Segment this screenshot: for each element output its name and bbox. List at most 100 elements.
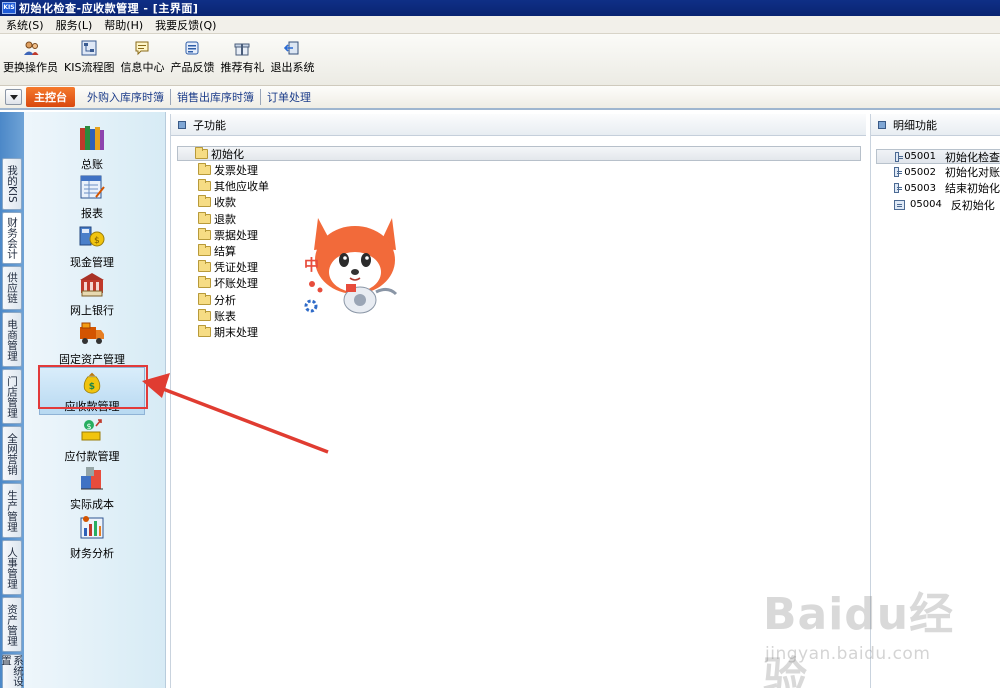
tree-item-label: 收款: [214, 196, 236, 210]
module-label: 财务分析: [70, 547, 114, 560]
detail-header: 明细功能: [871, 114, 1000, 136]
menu-help[interactable]: 帮助(H): [104, 17, 143, 33]
vtab-label: 人事管理: [6, 546, 18, 589]
fixed-asset-truck-icon: [80, 322, 104, 344]
feedback-icon: [185, 41, 199, 55]
info-center-button[interactable]: 信息中心: [119, 40, 165, 75]
folder-icon: [198, 244, 211, 257]
module-reports[interactable]: 报表: [39, 173, 145, 221]
module-general-ledger[interactable]: 总账: [39, 124, 145, 172]
tree-item-label: 票据处理: [214, 228, 258, 242]
tab-purchase-inbound[interactable]: 外购入库序时簿: [81, 89, 171, 105]
tab-order-processing[interactable]: 订单处理: [261, 89, 317, 105]
subfunction-title: 子功能: [193, 118, 226, 132]
vtab-finance[interactable]: 财务会计: [2, 212, 22, 264]
tree-item-label: 分析: [214, 293, 236, 307]
vertical-tab-strip: 我的KIS 财务会计 供应链 电商管理 门店管理 全网营销 生产管理 人事管理 …: [0, 112, 24, 688]
vtab-assets[interactable]: 资产管理: [2, 597, 22, 652]
detail-item-init-reconcile[interactable]: 05002 初始化对账: [876, 164, 1000, 180]
tree-item-label: 账表: [214, 309, 236, 323]
folder-icon: [198, 195, 211, 208]
folder-icon: [198, 163, 211, 176]
tab-main-console[interactable]: 主控台: [26, 87, 75, 107]
document-icon: [894, 199, 905, 210]
detail-item-end-init[interactable]: 05003 结束初始化: [876, 180, 1000, 196]
module-label: 现金管理: [70, 256, 114, 269]
module-actual-cost[interactable]: 实际成本: [39, 464, 145, 512]
module-online-bank[interactable]: 网上银行: [39, 270, 145, 318]
detail-item-init-check[interactable]: 05001 初始化检查: [876, 149, 1000, 164]
module-accounts-payable[interactable]: $ 应付款管理: [39, 416, 145, 464]
vtab-hr[interactable]: 人事管理: [2, 540, 22, 595]
module-fixed-assets[interactable]: 固定资产管理: [39, 319, 145, 367]
vtab-marketing[interactable]: 全网营销: [2, 426, 22, 481]
folder-icon: [198, 324, 211, 337]
module-financial-analysis[interactable]: 财务分析: [39, 513, 145, 561]
tree-item-initialize[interactable]: 初始化: [177, 146, 861, 161]
recommend-gift-button[interactable]: 推荐有礼: [219, 40, 265, 75]
tree-item-bills[interactable]: 票据处理: [177, 227, 866, 243]
folder-icon: [198, 292, 211, 305]
tab-bar: 主控台 外购入库序时簿 销售出库序时簿 订单处理: [0, 86, 1000, 110]
switch-operator-button[interactable]: 更换操作员: [2, 40, 59, 75]
tree-item-label: 初始化: [211, 147, 244, 161]
detail-code: 05004: [910, 199, 942, 211]
tree-item-voucher[interactable]: 凭证处理: [177, 259, 866, 275]
watermark-url: jingyan.baidu.com: [765, 644, 931, 664]
tree-item-period-end[interactable]: 期末处理: [177, 324, 866, 340]
svg-text:中: 中: [304, 256, 319, 274]
menu-feedback[interactable]: 我要反馈(Q): [155, 17, 216, 33]
vtab-production[interactable]: 生产管理: [2, 483, 22, 538]
detail-code: 05002: [904, 166, 936, 178]
tab-dropdown-button[interactable]: [5, 89, 22, 105]
vtab-label: 全网营销: [6, 432, 18, 475]
module-label: 应付款管理: [64, 450, 120, 463]
product-feedback-label: 产品反馈: [170, 61, 215, 74]
tree-item-label: 结算: [214, 245, 236, 259]
subfunction-header: 子功能: [171, 114, 866, 136]
tree-item-receipt[interactable]: 收款: [177, 194, 866, 210]
vtab-label: 供应链: [6, 272, 18, 304]
kis-flowchart-label: KIS流程图: [64, 61, 115, 74]
detail-name: 反初始化: [950, 198, 995, 212]
module-label: 应收款管理: [64, 400, 120, 413]
module-accounts-receivable[interactable]: $ 应收款管理: [39, 367, 145, 415]
module-label: 报表: [81, 207, 103, 220]
tree-item-refund[interactable]: 退款: [177, 211, 866, 227]
tree-item-invoice[interactable]: 发票处理: [177, 162, 866, 178]
toolbar: 更换操作员 KIS流程图 信息中心 产品反馈 推荐有礼 退出系统: [0, 34, 1000, 86]
vtab-ecommerce[interactable]: 电商管理: [2, 312, 22, 367]
switch-operator-label: 更换操作员: [3, 61, 58, 74]
detail-item-reverse-init[interactable]: 05004 反初始化: [876, 197, 1000, 213]
module-label: 实际成本: [70, 498, 114, 511]
tab-sales-outbound[interactable]: 销售出库序时簿: [171, 89, 261, 105]
exit-icon: [284, 41, 299, 55]
tree-item-bad-debt[interactable]: 坏账处理: [177, 275, 866, 291]
vtab-supply-chain[interactable]: 供应链: [2, 266, 22, 310]
menu-service[interactable]: 服务(L): [56, 17, 93, 33]
vtab-my-kis[interactable]: 我的KIS: [2, 158, 22, 210]
vtab-store[interactable]: 门店管理: [2, 369, 22, 424]
detail-code: 05003: [904, 182, 936, 194]
recommend-gift-label: 推荐有礼: [220, 61, 265, 74]
module-label: 固定资产管理: [59, 353, 125, 366]
product-feedback-button[interactable]: 产品反馈: [169, 40, 215, 75]
gift-icon: [234, 43, 250, 56]
title-bar: KIS 初始化检查-应收款管理 - [主界面]: [0, 0, 1000, 16]
tree-item-other-receivable[interactable]: 其他应收单: [177, 178, 866, 194]
kis-flowchart-button[interactable]: KIS流程图: [63, 40, 115, 75]
vtab-system[interactable]: 系统设置: [0, 654, 24, 688]
vtab-label: 电商管理: [6, 318, 18, 361]
tree-item-analysis[interactable]: 分析: [177, 292, 866, 308]
module-cash-management[interactable]: $ 现金管理: [39, 222, 145, 270]
flowchart-icon: [81, 40, 97, 56]
exit-system-button[interactable]: 退出系统: [269, 40, 315, 75]
folder-icon: [198, 308, 211, 321]
folder-icon: [198, 276, 211, 289]
tree-item-label: 凭证处理: [214, 261, 258, 275]
vtab-label: 系统设置: [0, 655, 24, 687]
tree-item-account-tables[interactable]: 账表: [177, 308, 866, 324]
tree-item-settlement[interactable]: 结算: [177, 243, 866, 259]
detail-name: 初始化对账: [945, 166, 1000, 180]
menu-system[interactable]: 系统(S): [6, 17, 44, 33]
